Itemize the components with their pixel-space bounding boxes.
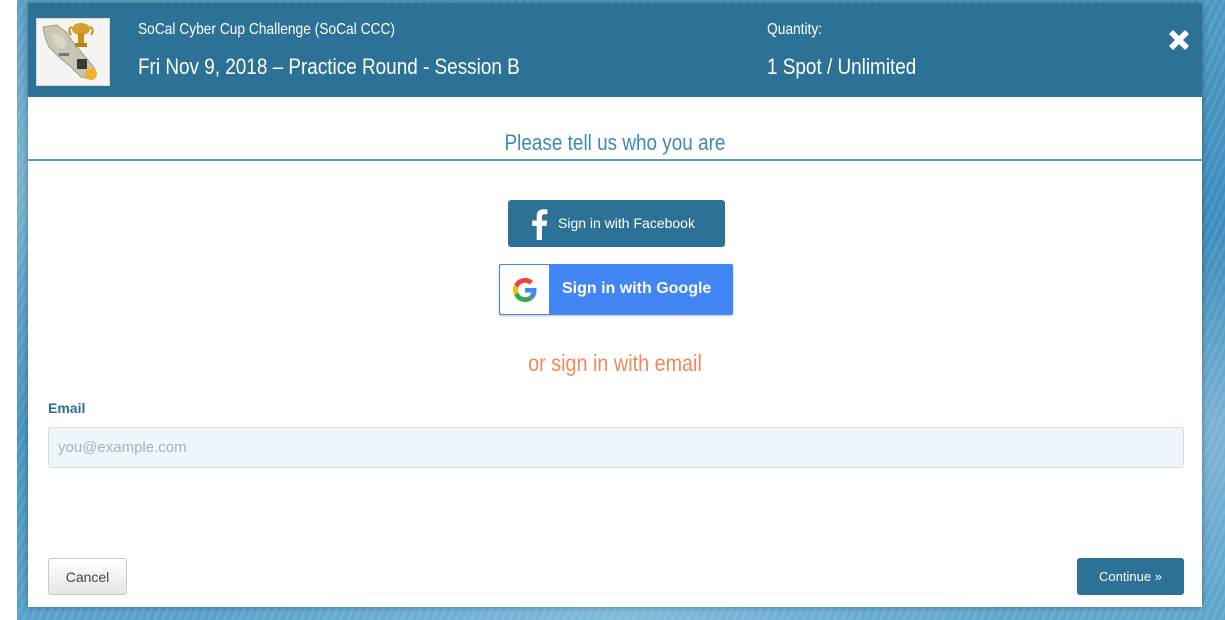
trophy-map-icon — [37, 19, 109, 85]
event-name: SoCal Cyber Cup Challenge (SoCal CCC) — [138, 21, 395, 38]
facebook-icon — [530, 208, 548, 240]
facebook-signin-button[interactable]: Sign in with Facebook — [508, 200, 725, 247]
email-label: Email — [48, 400, 86, 416]
email-input[interactable] — [48, 427, 1184, 468]
close-icon[interactable] — [1164, 25, 1194, 55]
quantity-label: Quantity: — [767, 21, 823, 38]
email-signin-divider: or sign in with email — [528, 350, 702, 376]
google-icon-box — [500, 265, 549, 314]
cancel-button[interactable]: Cancel — [48, 558, 127, 595]
facebook-signin-label: Sign in with Facebook — [558, 215, 695, 231]
google-signin-button[interactable]: Sign in with Google — [499, 264, 733, 315]
quantity-value: 1 Spot / Unlimited — [767, 54, 917, 79]
registration-modal: SoCal Cyber Cup Challenge (SoCal CCC) Fr… — [28, 3, 1202, 607]
google-icon — [513, 278, 537, 302]
title-divider — [28, 159, 1202, 161]
modal-header: SoCal Cyber Cup Challenge (SoCal CCC) Fr… — [28, 3, 1202, 97]
section-title: Please tell us who you are — [504, 130, 726, 155]
event-logo — [36, 18, 110, 86]
google-signin-label: Sign in with Google — [562, 280, 712, 297]
continue-button[interactable]: Continue » — [1077, 558, 1184, 595]
event-date: Fri Nov 9, 2018 – Practice Round - Sessi… — [138, 54, 520, 79]
